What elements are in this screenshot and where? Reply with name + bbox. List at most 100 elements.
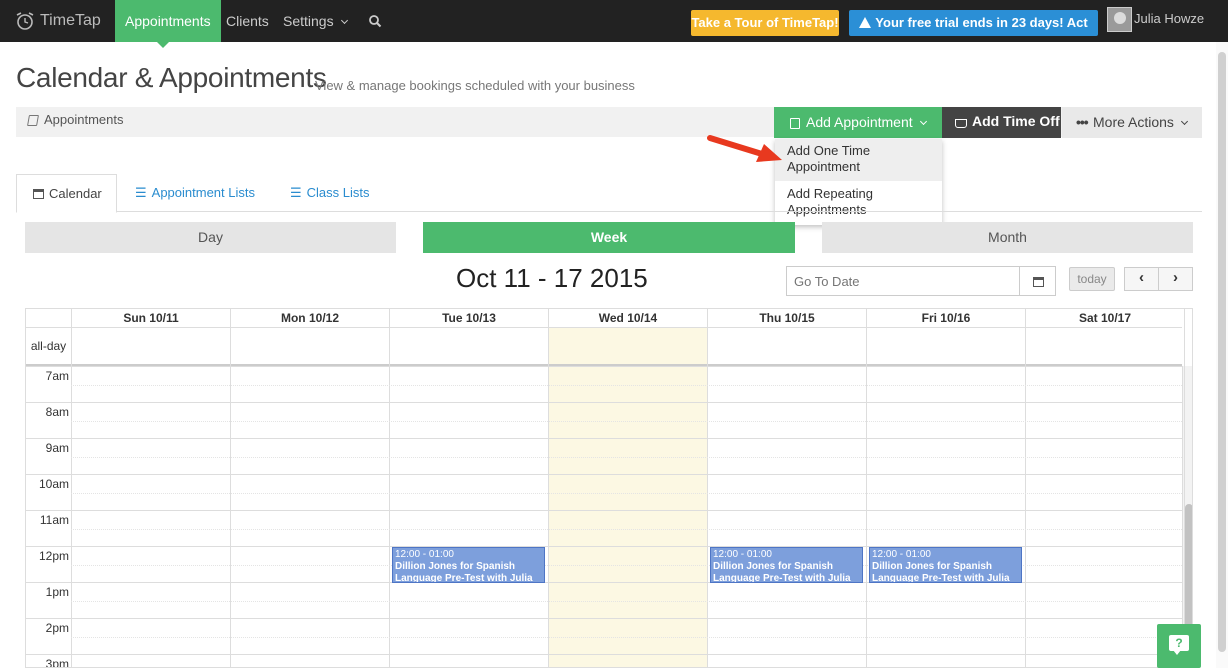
list-icon: ☰ [290,185,302,200]
half-hour-line [71,385,1182,386]
hour-label: 9am [45,441,69,455]
half-hour-line [71,637,1182,638]
event-time: 12:00 - 01:00 [713,549,772,560]
tabs-bar: Calendar ☰ Appointment Lists ☰ Class Lists [16,174,1202,213]
allday-row [26,327,1182,365]
tab-class-lists[interactable]: ☰ Class Lists [290,174,370,212]
day-header: Mon 10/12 [230,309,389,327]
add-appointment-button[interactable]: Add Appointment [774,107,942,138]
hour-row[interactable] [26,510,1182,546]
day-header: Thu 10/15 [707,309,866,327]
help-chat-icon: ? [1169,635,1189,655]
hour-row[interactable] [26,474,1182,510]
nav-settings[interactable]: Settings [273,0,357,42]
top-navbar: TimeTap Appointments Clients Settings Ta… [0,0,1228,56]
half-hour-line [71,493,1182,494]
hour-label: 2pm [45,621,69,635]
today-button[interactable]: today [1069,267,1115,291]
hour-label: 7am [45,369,69,383]
tab-appointment-lists[interactable]: ☰ Appointment Lists [135,174,255,212]
day-header: Fri 10/16 [866,309,1025,327]
page-scroll-thumb[interactable] [1218,52,1226,652]
nav-active-indicator [157,42,169,48]
tab-calendar[interactable]: Calendar [16,174,117,213]
add-time-off-label: Add Time Off [972,113,1060,129]
tour-button[interactable]: Take a Tour of TimeTap! [691,10,839,36]
hour-label: 11am [39,513,69,527]
book-icon [790,118,800,129]
page-scrollbar[interactable] [1216,42,1228,668]
half-hour-line [71,601,1182,602]
view-month-button[interactable]: Month [822,222,1193,253]
appointment-event[interactable]: 12:00 - 01:00 Dillion Jones for Spanish L… [869,547,1022,583]
week-calendar: all-day Sun 10/11 Mon 10/12 Tue 10/13 Wed 1… [25,308,1193,668]
nav-appointments[interactable]: Appointments [115,0,221,42]
day-header: Tue 10/13 [389,309,548,327]
tab-class-lists-label: Class Lists [306,185,370,200]
user-name[interactable]: Julia Howze [1134,0,1204,38]
more-actions-button[interactable]: ••• More Actions [1062,107,1202,138]
tab-calendar-label: Calendar [49,186,102,201]
event-time: 12:00 - 01:00 [872,549,931,560]
event-title: Dillion Jones for Spanish Language Pre-T… [872,561,1010,583]
date-range-title: Oct 11 - 17 2015 [456,263,648,293]
book-icon [27,115,39,126]
date-picker-button[interactable] [1019,266,1056,296]
trial-button[interactable]: Your free trial ends in 23 days! Act now [849,10,1098,56]
appointment-event[interactable]: 12:00 - 01:00 Dillion Jones for Spanish L… [392,547,545,583]
page-title: Calendar & Appointments [16,62,327,93]
ellipsis-icon: ••• [1076,114,1089,130]
half-hour-line [71,529,1182,530]
red-arrow-icon [707,135,782,162]
more-actions-label: More Actions [1093,114,1174,130]
day-header: Sun 10/11 [71,309,230,327]
day-header: Wed 10/14 [548,309,707,327]
brand-logo[interactable]: TimeTap [14,8,101,34]
event-title: Dillion Jones for Spanish Language Pre-T… [395,561,533,583]
day-header: Sat 10/17 [1025,309,1184,327]
trial-button-label: Your free trial ends in 23 days! Act now [875,15,1088,56]
appointment-event[interactable]: 12:00 - 01:00 Dillion Jones for Spanish L… [710,547,863,583]
toolbar-section-label: Appointments [44,112,124,127]
nav-clients[interactable]: Clients [216,0,279,42]
view-day-button[interactable]: Day [25,222,396,253]
add-time-off-button[interactable]: Add Time Off [942,107,1061,138]
clock-logo-icon [16,12,34,30]
nav-search[interactable] [358,0,392,42]
event-time: 12:00 - 01:00 [395,549,454,560]
list-icon: ☰ [135,185,147,200]
view-week-button[interactable]: Week [423,222,795,253]
hour-row[interactable] [26,582,1182,618]
allday-label: all-day [30,339,67,353]
calendar-icon [33,189,44,199]
hour-row[interactable] [26,366,1182,402]
help-button[interactable]: ? [1157,624,1201,668]
hour-label: 10am [38,477,69,491]
brand-name: TimeTap [40,12,101,29]
hour-label: 12pm [38,549,69,563]
hour-label: 3pm [45,657,69,668]
hour-row[interactable] [26,438,1182,474]
next-week-button[interactable]: › [1158,267,1193,291]
event-title: Dillion Jones for Spanish Language Pre-T… [713,561,851,583]
go-to-date-input[interactable] [786,266,1020,296]
half-hour-line [71,457,1182,458]
chevron-down-icon [1180,117,1188,126]
hour-row[interactable] [26,618,1182,654]
nav-settings-label: Settings [283,13,334,29]
hour-label: 8am [45,405,69,419]
chevron-down-icon [340,16,348,25]
half-hour-line [71,421,1182,422]
coffee-icon [955,119,967,128]
avatar[interactable] [1107,7,1132,32]
hour-row[interactable] [26,654,1182,667]
search-icon [369,15,382,28]
warning-icon [859,17,872,28]
chevron-down-icon [919,117,927,126]
hour-label: 1pm [45,585,69,599]
page-subtitle: View & manage bookings scheduled with yo… [315,78,635,93]
calendar-icon [1033,277,1044,287]
prev-week-button[interactable]: ‹ [1124,267,1159,291]
hour-row[interactable] [26,402,1182,438]
day-column-divider [1184,309,1185,667]
